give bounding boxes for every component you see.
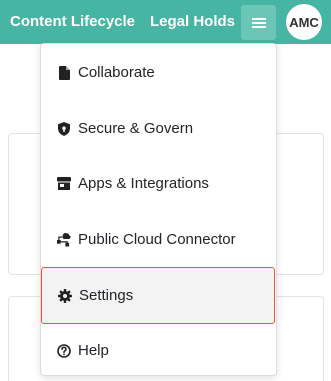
store-icon	[57, 177, 71, 191]
nav-link-legal-holds[interactable]: Legal Holds	[150, 0, 235, 44]
menu-item-label: Collaborate	[78, 64, 155, 81]
nav-link-content-lifecycle[interactable]: Content Lifecycle	[10, 0, 135, 44]
menu-item-apps-integrations[interactable]: Apps & Integrations	[41, 156, 276, 211]
main-menu-dropdown: Collaborate Secure & Govern Apps & Integ…	[40, 43, 277, 376]
menu-item-label: Help	[78, 342, 109, 359]
hamburger-icon	[251, 17, 266, 28]
gear-icon	[58, 288, 72, 303]
document-icon	[57, 65, 71, 80]
menu-item-settings[interactable]: Settings	[41, 267, 275, 324]
cloud-connector-icon	[57, 232, 71, 247]
help-circle-icon	[57, 343, 71, 358]
menu-item-collaborate[interactable]: Collaborate	[41, 45, 276, 100]
menu-item-help[interactable]: Help	[41, 323, 276, 378]
menu-toggle-button[interactable]	[241, 5, 276, 40]
menu-item-secure-govern[interactable]: Secure & Govern	[41, 101, 276, 156]
shield-icon	[57, 121, 71, 136]
menu-item-label: Secure & Govern	[78, 120, 194, 137]
menu-item-label: Apps & Integrations	[78, 175, 209, 192]
top-navigation-bar: Content Lifecycle Legal Holds AMC	[0, 0, 331, 44]
menu-item-label: Settings	[79, 287, 134, 304]
user-avatar[interactable]: AMC	[286, 4, 322, 40]
menu-item-label: Public Cloud Connector	[78, 231, 236, 248]
menu-item-public-cloud-connector[interactable]: Public Cloud Connector	[41, 212, 276, 267]
